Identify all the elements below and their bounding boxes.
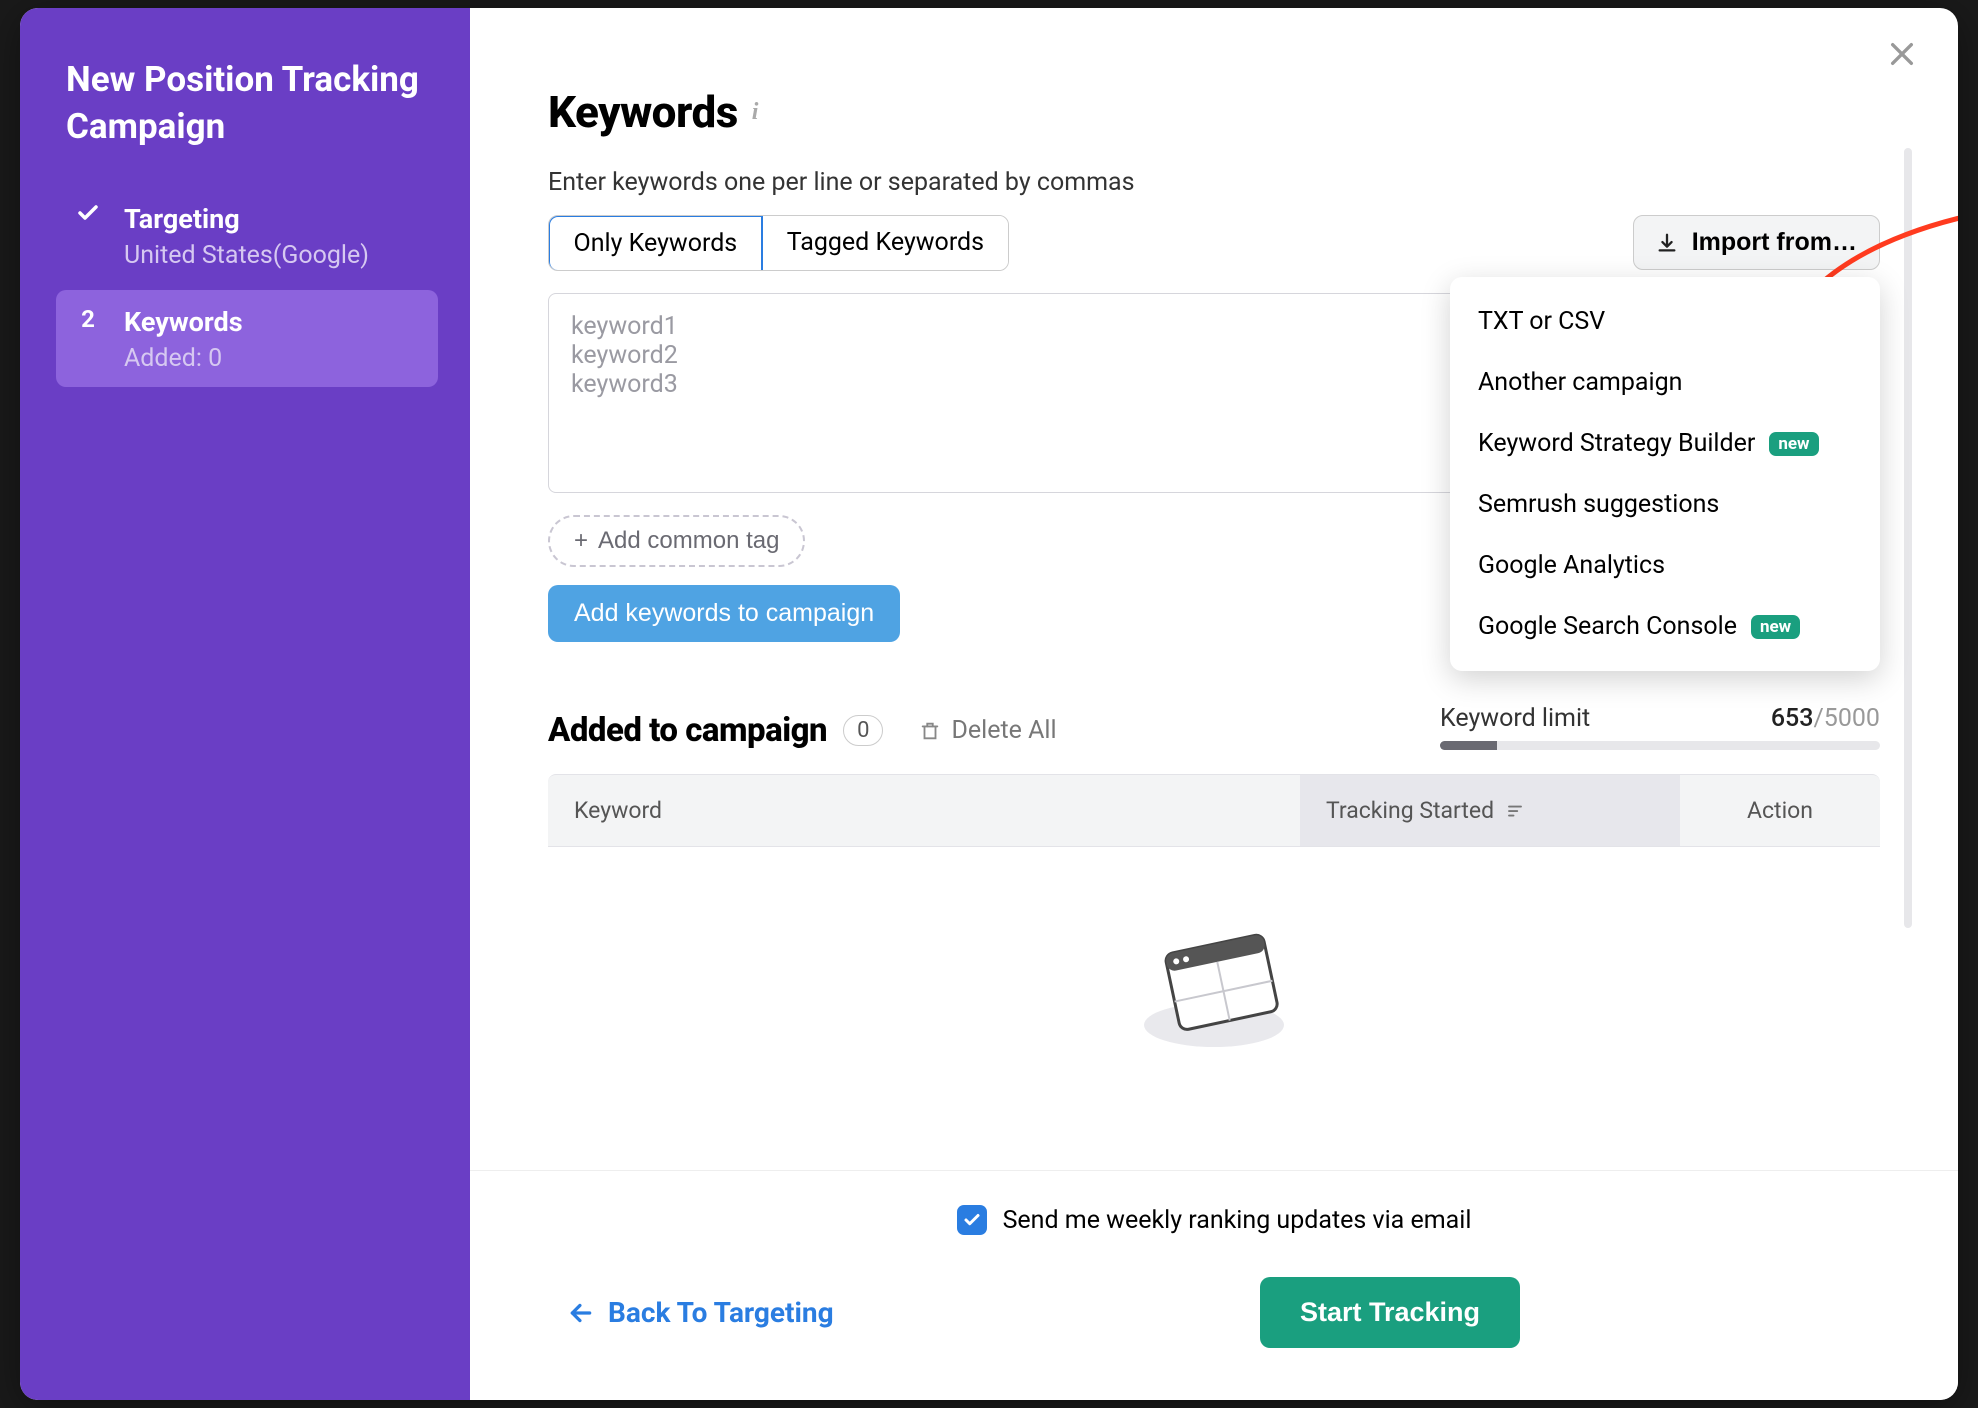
page-title-text: Keywords xyxy=(548,86,738,138)
wizard-sidebar: New Position Tracking Campaign Targeting… xyxy=(20,8,470,1400)
added-to-campaign-title: Added to campaign xyxy=(548,711,827,750)
limit-progress-bar xyxy=(1440,741,1880,750)
download-icon xyxy=(1656,232,1678,254)
col-action: Action xyxy=(1680,775,1880,846)
col-keyword[interactable]: Keyword xyxy=(548,775,1300,846)
helper-text: Enter keywords one per line or separated… xyxy=(548,168,1880,197)
step-number: 2 xyxy=(74,304,102,335)
main-panel: Keywords i Enter keywords one per line o… xyxy=(470,8,1958,1400)
step-sublabel: United States(Google) xyxy=(124,241,420,270)
import-option-txt-csv[interactable]: TXT or CSV xyxy=(1450,291,1880,352)
keyword-mode-tabs: Only Keywords Tagged Keywords xyxy=(548,215,1009,271)
sort-desc-icon xyxy=(1506,802,1524,820)
tab-only-keywords[interactable]: Only Keywords xyxy=(548,215,763,271)
empty-state-illustration xyxy=(1124,915,1304,1055)
keywords-table-header: Keyword Tracking Started Action xyxy=(548,774,1880,847)
add-common-tag-button[interactable]: + Add common tag xyxy=(548,515,805,567)
import-option-google-search-console[interactable]: Google Search Consolenew xyxy=(1450,596,1880,657)
check-icon xyxy=(963,1211,981,1229)
import-option-another-campaign[interactable]: Another campaign xyxy=(1450,352,1880,413)
import-from-button[interactable]: Import from… xyxy=(1633,215,1880,270)
scrollbar[interactable] xyxy=(1904,148,1912,928)
delete-all-label: Delete All xyxy=(951,716,1056,745)
step-targeting[interactable]: Targeting United States(Google) xyxy=(56,187,438,284)
weekly-updates-checkbox[interactable] xyxy=(957,1205,987,1235)
keyword-limit: Keyword limit 653/5000 xyxy=(1440,704,1880,750)
import-option-google-analytics[interactable]: Google Analytics xyxy=(1450,535,1880,596)
arrow-left-icon xyxy=(568,1300,594,1326)
step-label: Targeting xyxy=(124,201,420,237)
add-keywords-button[interactable]: Add keywords to campaign xyxy=(548,585,900,642)
limit-total: /5000 xyxy=(1813,704,1880,733)
limit-used: 653 xyxy=(1771,704,1814,733)
start-tracking-button[interactable]: Start Tracking xyxy=(1260,1277,1520,1348)
wizard-footer: Send me weekly ranking updates via email… xyxy=(470,1170,1958,1400)
step-keywords[interactable]: 2 Keywords Added: 0 xyxy=(56,290,438,387)
limit-label: Keyword limit xyxy=(1440,704,1590,733)
new-badge: new xyxy=(1769,432,1818,456)
back-link-label: Back To Targeting xyxy=(608,1296,834,1329)
import-dropdown: TXT or CSV Another campaign Keyword Stra… xyxy=(1450,277,1880,671)
check-icon xyxy=(74,201,102,225)
weekly-updates-label: Send me weekly ranking updates via email xyxy=(1003,1206,1472,1235)
import-option-semrush-suggestions[interactable]: Semrush suggestions xyxy=(1450,474,1880,535)
new-badge: new xyxy=(1751,615,1800,639)
add-tag-label: Add common tag xyxy=(598,527,779,555)
trash-icon xyxy=(919,719,941,743)
import-button-label: Import from… xyxy=(1692,228,1857,257)
added-count-pill: 0 xyxy=(843,715,883,746)
plus-icon: + xyxy=(574,527,588,555)
delete-all-button[interactable]: Delete All xyxy=(919,716,1056,745)
col-tracking-started[interactable]: Tracking Started xyxy=(1300,775,1680,846)
step-sublabel: Added: 0 xyxy=(124,344,420,373)
sidebar-title: New Position Tracking Campaign xyxy=(66,56,438,151)
info-icon[interactable]: i xyxy=(752,99,758,126)
step-label: Keywords xyxy=(124,304,420,340)
import-option-keyword-strategy-builder[interactable]: Keyword Strategy Buildernew xyxy=(1450,413,1880,474)
back-to-targeting-link[interactable]: Back To Targeting xyxy=(568,1296,834,1329)
tab-tagged-keywords[interactable]: Tagged Keywords xyxy=(762,216,1008,270)
page-title: Keywords i xyxy=(548,86,1880,138)
